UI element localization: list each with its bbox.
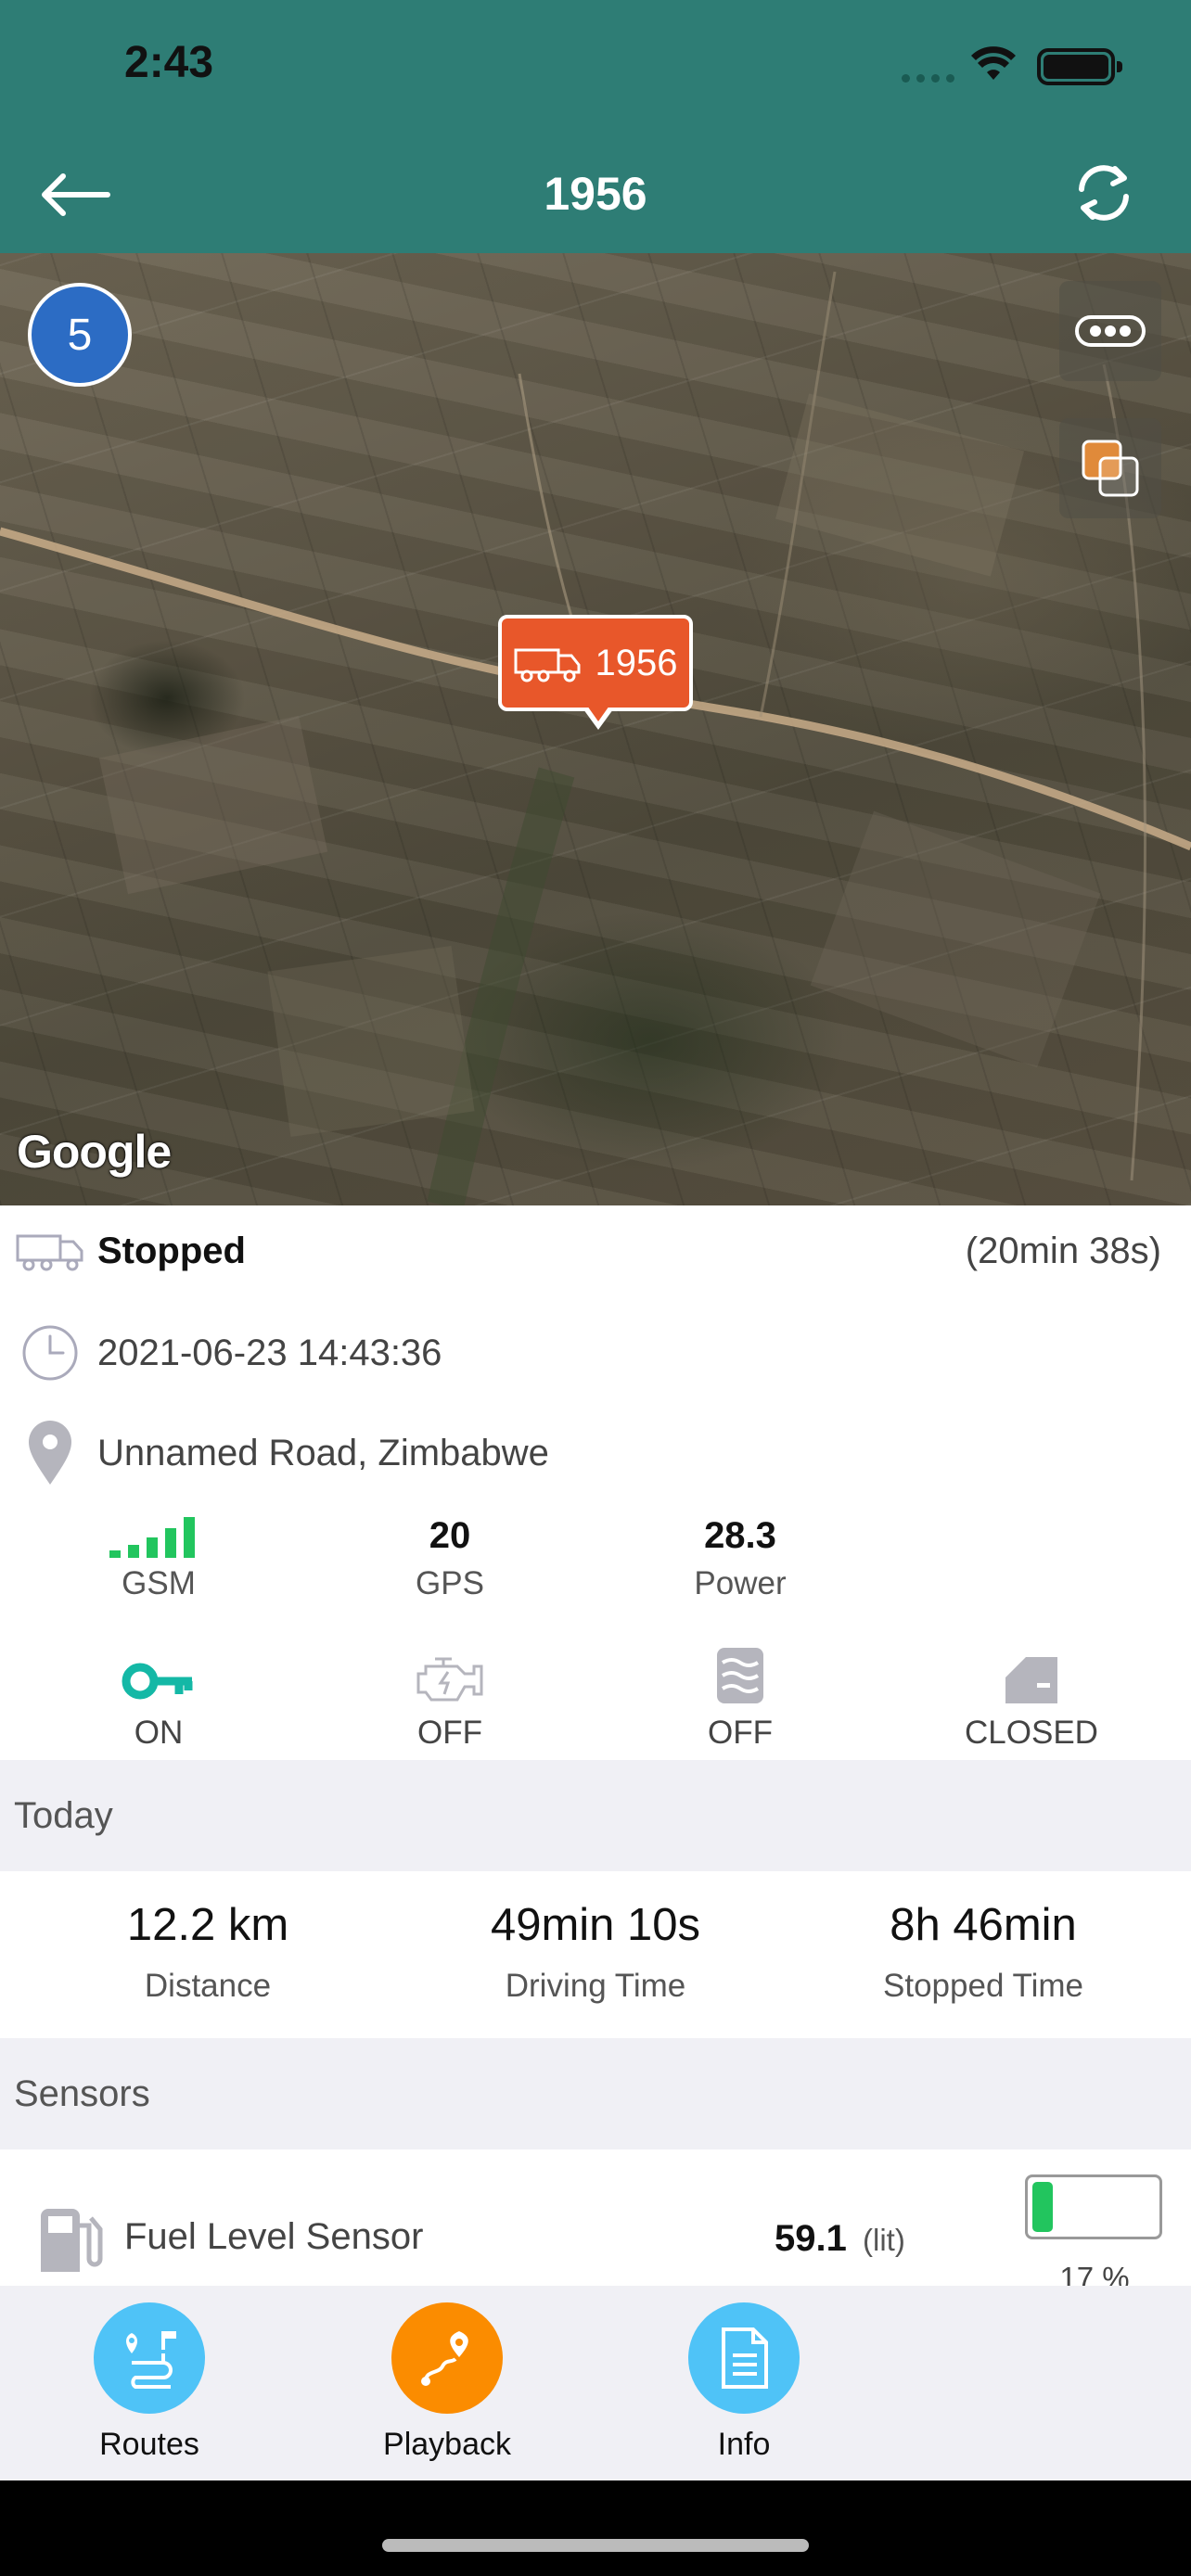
distance-label: Distance	[144, 1968, 272, 2004]
nav-playback-button[interactable]: Playback	[354, 2302, 540, 2463]
battery-icon	[1037, 48, 1122, 85]
status-row: Stopped (20min 38s)	[0, 1205, 1191, 1296]
today-driving-time: 49min 10s Driving Time	[419, 1899, 772, 2005]
nav-info-button[interactable]: Info	[651, 2302, 837, 2463]
vehicle-marker-label: 1956	[595, 642, 678, 683]
vehicle-address: Unnamed Road, Zimbabwe	[97, 1432, 549, 1473]
fuel-pump-icon	[41, 2209, 103, 2272]
map-layers-button[interactable]	[1059, 418, 1161, 518]
gps-label: GPS	[416, 1565, 484, 1601]
door-label: CLOSED	[965, 1715, 1098, 1751]
map-more-button[interactable]	[1059, 281, 1161, 381]
map-view[interactable]: 5 1956 Google	[0, 253, 1191, 1205]
gsm-signal-icon	[66, 1511, 251, 1560]
truck-icon	[514, 648, 580, 682]
fuel-level-bar	[1025, 2174, 1162, 2239]
info-document-icon	[688, 2302, 800, 2414]
vehicle-state: Stopped	[97, 1230, 246, 1271]
stopped-time-value: 8h 46min	[890, 1900, 1077, 1950]
gps-value: 20	[429, 1515, 471, 1556]
last-update-time: 2021-06-23 14:43:36	[97, 1332, 442, 1373]
distance-value: 12.2 km	[126, 1900, 289, 1950]
ignition-label: ON	[134, 1715, 184, 1751]
vehicle-marker[interactable]: 1956	[498, 615, 693, 730]
today-heading: Today	[0, 1760, 1191, 1871]
refresh-icon	[1079, 165, 1129, 221]
heater-icon	[717, 1648, 763, 1703]
page-title: 1956	[544, 168, 647, 220]
gsm-label: GSM	[122, 1565, 196, 1601]
cellular-signal-icon	[902, 74, 954, 83]
engine-label: OFF	[417, 1715, 482, 1751]
wifi-icon	[971, 46, 1016, 80]
key-icon	[122, 1663, 193, 1700]
home-indicator-area	[0, 2480, 1191, 2576]
timestamp-row: 2021-06-23 14:43:36	[0, 1307, 1191, 1398]
sensor-name: Fuel Level Sensor	[124, 2216, 424, 2257]
status-time: 2:43	[124, 38, 214, 87]
today-distance: 12.2 km Distance	[32, 1899, 384, 2005]
app-header: 2:43 1956	[0, 0, 1191, 253]
gsm-stat: GSM	[66, 1511, 251, 1602]
clock-icon	[13, 1323, 87, 1383]
routes-icon	[94, 2302, 205, 2414]
car-door-icon	[1005, 1657, 1057, 1703]
bottom-nav-bar: Routes Playback Info	[0, 2286, 1191, 2480]
more-dots-icon	[1075, 315, 1146, 347]
driving-time-label: Driving Time	[505, 1968, 686, 2004]
engine-state: OFF	[357, 1646, 543, 1752]
sensor-unit: (lit)	[863, 2223, 905, 2257]
refresh-button[interactable]	[1067, 156, 1150, 230]
cluster-count-badge[interactable]: 5	[28, 283, 132, 387]
playback-icon	[391, 2302, 503, 2414]
power-value: 28.3	[704, 1515, 776, 1556]
ignition-state: ON	[66, 1646, 251, 1752]
nav-info-label: Info	[717, 2427, 771, 2462]
nav-playback-label: Playback	[383, 2427, 511, 2462]
driving-time-value: 49min 10s	[490, 1900, 701, 1950]
heater-label: OFF	[708, 1715, 773, 1751]
nav-routes-label: Routes	[99, 2427, 199, 2462]
engine-icon	[416, 1657, 483, 1702]
location-pin-icon	[13, 1420, 87, 1486]
home-indicator[interactable]	[382, 2539, 809, 2552]
door-state: CLOSED	[939, 1646, 1124, 1752]
state-duration: (20min 38s)	[965, 1230, 1161, 1271]
sensor-value: 59.1	[775, 2218, 847, 2259]
address-row: Unnamed Road, Zimbabwe	[0, 1408, 1191, 1498]
gps-stat: 20 GPS	[357, 1511, 543, 1602]
truck-status-icon	[13, 1231, 87, 1271]
layers-icon	[1082, 440, 1139, 497]
stopped-time-label: Stopped Time	[883, 1968, 1083, 2004]
fuel-level-fill	[1032, 2182, 1054, 2232]
power-label: Power	[694, 1565, 787, 1601]
today-stopped-time: 8h 46min Stopped Time	[807, 1899, 1159, 2005]
sensors-heading: Sensors	[0, 2038, 1191, 2149]
nav-routes-button[interactable]: Routes	[57, 2302, 242, 2463]
power-stat: 28.3 Power	[647, 1511, 833, 1602]
google-logo: Google	[17, 1126, 172, 1178]
heater-state: OFF	[647, 1646, 833, 1752]
